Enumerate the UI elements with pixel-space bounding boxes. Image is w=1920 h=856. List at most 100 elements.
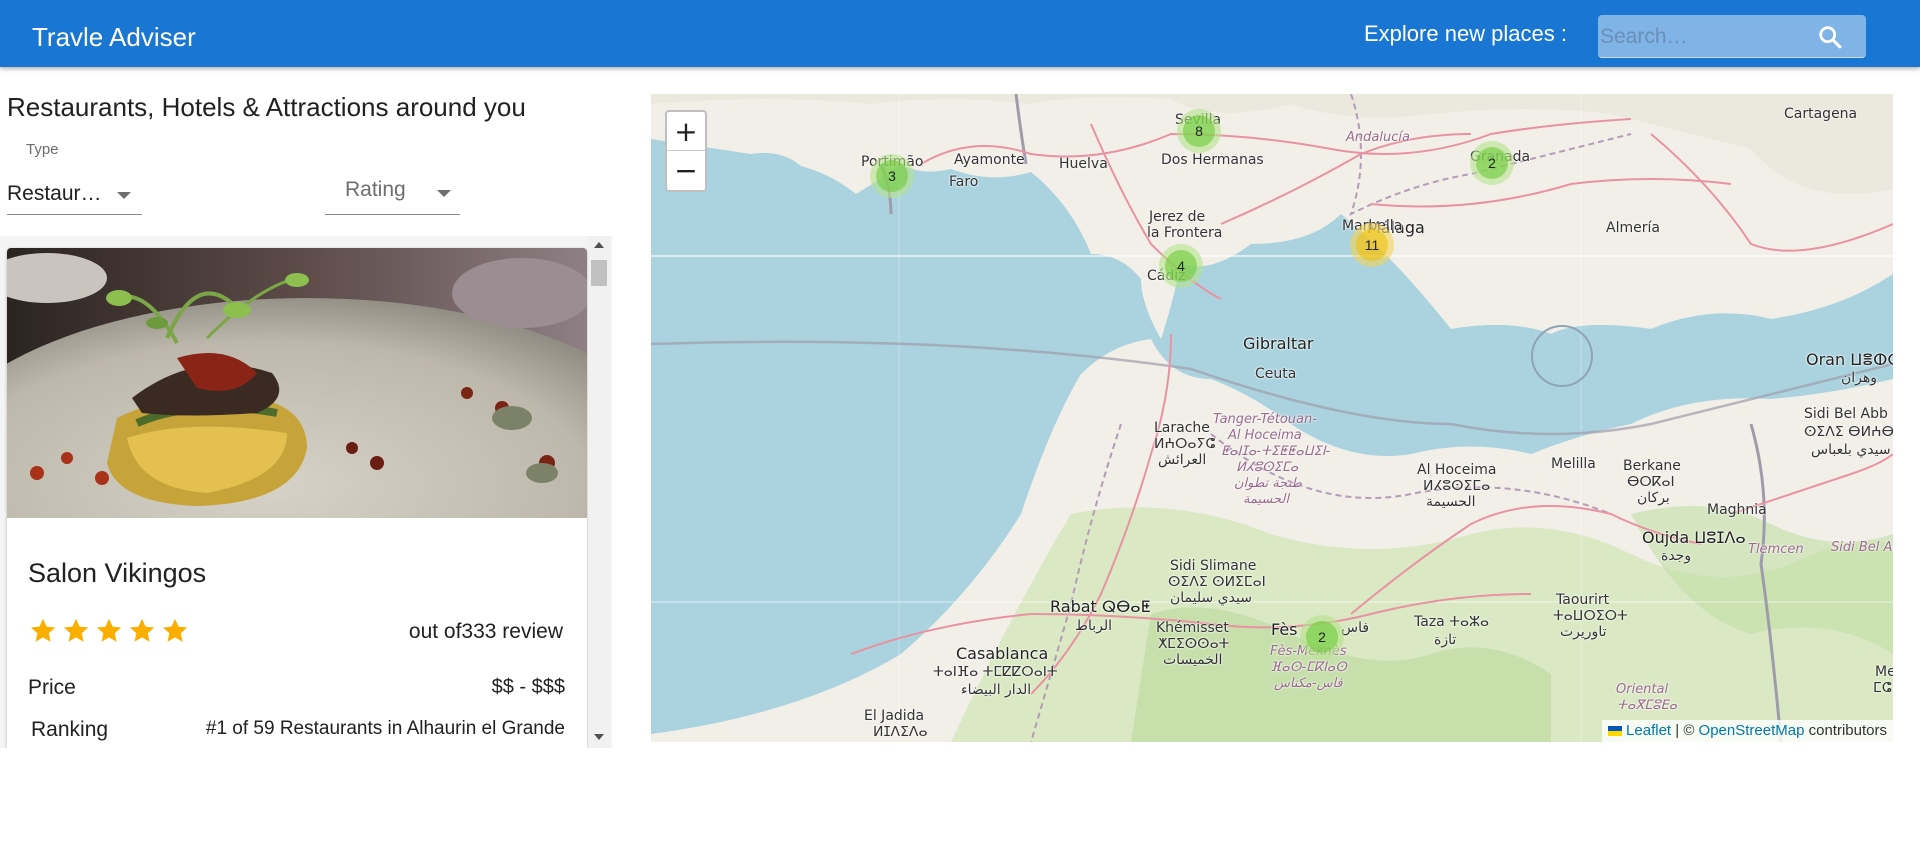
map[interactable]: + − Portimão Ayamonte Faro Huelva Sevill… [651, 94, 1893, 742]
star-icon [63, 618, 89, 642]
map-label: ⵍⵃⵓⵙⵉⵎⴰ [1236, 460, 1299, 475]
explore-label: Explore new places : [1364, 21, 1567, 46]
map-label: العرائش [1158, 452, 1207, 468]
map-label: Rabat ⵕⴱⴰⵟ [1050, 597, 1151, 616]
map-label: la Frontera [1147, 225, 1223, 241]
scroll-down-icon[interactable] [594, 734, 604, 740]
map-label: Fès [1271, 620, 1298, 639]
map-label: ⵙⵉⴷⵉ ⴱⵍⵄⴱⴰⵙ [1804, 424, 1893, 440]
map-label: وجدة [1661, 548, 1692, 564]
map-label: ⵜⴰⵡⵔⵉⵔⵜ [1553, 608, 1628, 624]
attribution-separator: | © [1671, 722, 1699, 739]
map-label: Sidi Bel Abb [1804, 406, 1888, 422]
map-label: فاس [1341, 620, 1370, 636]
map-cluster-marker[interactable]: 2 [1470, 141, 1514, 185]
map-label: Dos Hermanas [1161, 152, 1264, 168]
price-label: Price [28, 676, 76, 699]
map-label: Tanger-Tétouan- [1213, 412, 1317, 427]
leaflet-link[interactable]: Leaflet [1626, 722, 1671, 739]
map-label: ⵍⵄⵔⴰⵢⵛ [1154, 436, 1216, 452]
map-label: الدار البيضاء [961, 682, 1032, 698]
map-label: ⴱⵔⴽⴰⵏ [1627, 474, 1675, 490]
cluster-count: 11 [1356, 229, 1388, 261]
map-label: ⵜⴰⴳⵎⵓⴹⴰ [1617, 698, 1678, 713]
map-label: Melilla [1551, 456, 1596, 472]
map-label: Taourirt [1556, 592, 1610, 608]
star-icon [162, 618, 188, 642]
map-label: Jerez de [1149, 209, 1206, 225]
scroll-thumb[interactable] [591, 260, 607, 286]
map-label: سيدي سليمان [1170, 590, 1252, 606]
price-value: $$ - $$$ [491, 676, 565, 698]
map-label: Ceuta [1255, 366, 1297, 382]
map-label: ⵜⴰⵏⴼⴰ ⵜⵎⵇⵇⵔⴰⵏⵜ [933, 664, 1058, 680]
chevron-down-icon [117, 192, 131, 199]
rating-select[interactable]: Rating [325, 140, 460, 216]
type-select-value: Restaur… [7, 182, 102, 205]
type-select-label: Type [26, 141, 59, 158]
map-label: Sidi Bel Ab [1831, 540, 1893, 555]
list-scrollbar[interactable] [588, 236, 610, 748]
cluster-count: 4 [1165, 250, 1197, 282]
map-label: Gibraltar [1243, 334, 1314, 353]
map-label: Almería [1606, 220, 1660, 236]
scroll-up-icon[interactable] [594, 242, 604, 248]
type-select[interactable]: Type Restaur… [7, 140, 142, 216]
map-label: Al Hoceima [1228, 428, 1302, 443]
rating-stars [28, 616, 190, 646]
chevron-down-icon [437, 190, 451, 197]
map-label: وهران [1841, 370, 1878, 386]
map-label: Me [1875, 664, 1893, 680]
map-attribution: Leaflet | © OpenStreetMap contributors [1601, 720, 1893, 742]
search-input[interactable] [1598, 15, 1818, 58]
map-label: الرباط [1075, 618, 1112, 634]
type-select-underline [7, 214, 142, 215]
map-label: Taza ⵜⴰⵣⴰ [1414, 614, 1490, 630]
map-label: Oujda ⵡⵓⵊⴷⴰ [1642, 528, 1746, 547]
map-label: سيدي بلعباس [1811, 442, 1891, 458]
map-label: ⵅⵎⵉⵙⵙⴰⵜ [1158, 636, 1230, 652]
map-label: Casablanca [956, 644, 1049, 663]
place-photo [7, 248, 587, 518]
cluster-count: 3 [876, 160, 908, 192]
map-label: Maghnia [1707, 502, 1767, 518]
review-count: out of333 review [408, 620, 563, 643]
map-label: Ayamonte [954, 152, 1025, 168]
zoom-in-button[interactable]: + [667, 112, 705, 151]
places-list[interactable]: Salon Vikingos out of333 review Price $$… [0, 236, 612, 748]
app-title: Travle Adviser [32, 22, 196, 52]
map-label: ⵙⵉⴷⵉ ⵙⵍⵉⵎⴰⵏ [1168, 574, 1266, 590]
app-bar: Travle Adviser Explore new places : [0, 0, 1920, 67]
map-label: Berkane [1623, 458, 1681, 474]
map-label: Khémisset [1156, 620, 1229, 636]
map-label: Huelva [1059, 156, 1108, 172]
ranking-value: #1 of 59 Restaurants in Alhaurin el Gran… [205, 718, 565, 739]
place-name: Salon Vikingos [28, 558, 207, 588]
search-box[interactable] [1598, 15, 1866, 58]
map-cluster-marker[interactable]: 8 [1177, 109, 1221, 153]
map-label: ⴼⴰⵙ-ⵎⴽⵏⴰⵙ [1270, 660, 1347, 675]
osm-link[interactable]: OpenStreetMap [1699, 722, 1805, 739]
map-label: بركان [1637, 490, 1670, 506]
map-cluster-marker[interactable]: 3 [870, 154, 914, 198]
cluster-count: 8 [1183, 115, 1215, 147]
star-icon [30, 618, 56, 642]
map-label: الخميسات [1163, 652, 1223, 668]
search-icon[interactable] [1816, 23, 1844, 51]
map-label: تازة [1434, 632, 1457, 648]
map-label: Oriental [1616, 682, 1669, 697]
map-cluster-marker[interactable]: 4 [1159, 244, 1203, 288]
map-label: ⵍⵊⴷⵉⴷⴰ [873, 724, 928, 740]
map-label: Andalucía [1346, 130, 1410, 145]
map-label: Larache [1154, 420, 1210, 436]
map-label: Oran ⵡⴻⵀⵔⴰⵏ [1806, 350, 1893, 369]
map-cluster-marker[interactable]: 2 [1300, 615, 1344, 659]
map-label: ⵎⵛ [1873, 680, 1892, 696]
zoom-out-button[interactable]: − [667, 151, 705, 190]
place-card[interactable]: Salon Vikingos out of333 review Price $$… [7, 248, 587, 748]
map-label: تاوريرت [1560, 624, 1607, 640]
map-cluster-marker[interactable]: 11 [1350, 223, 1394, 267]
map-label: الحسيمة [1426, 494, 1476, 510]
map-label: El Jadida [864, 708, 925, 724]
map-label: Cartagena [1784, 106, 1858, 122]
